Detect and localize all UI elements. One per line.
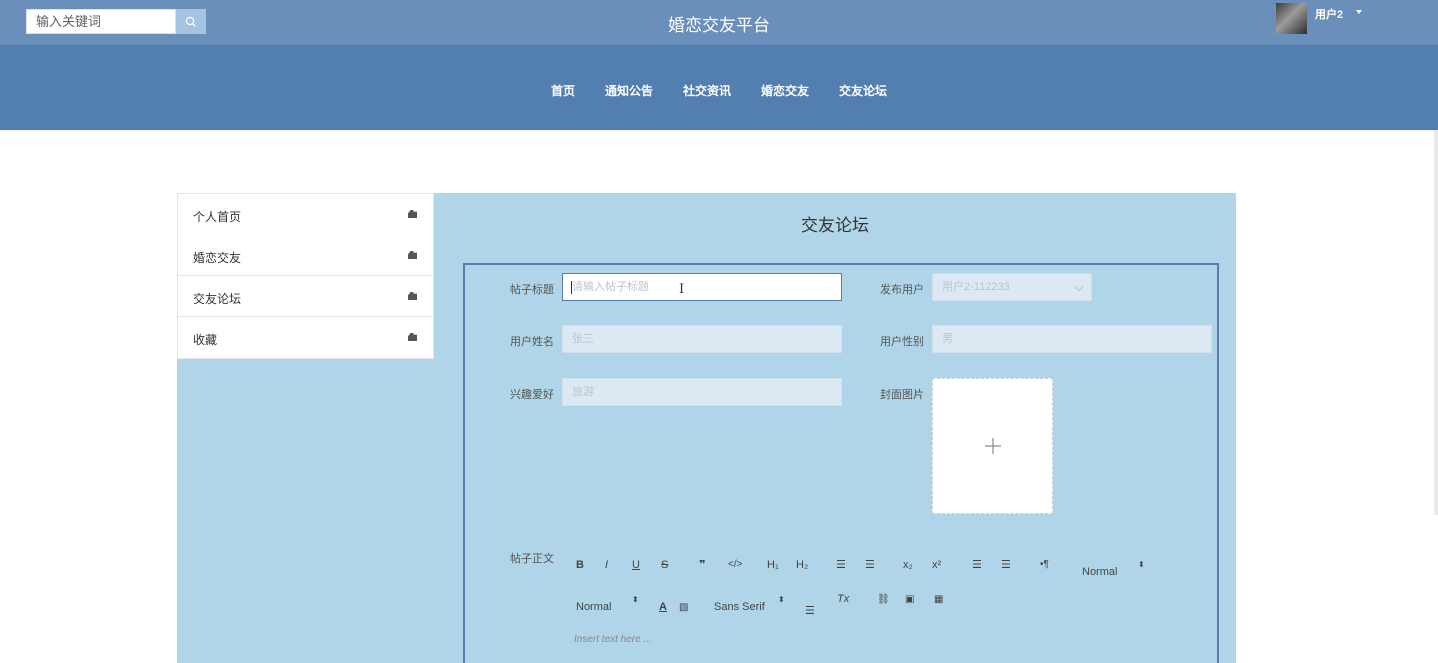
main-nav: 首页 通知公告 社交资讯 婚恋交友 交友论坛 [0,45,1438,130]
hobby-field[interactable]: 旅游 [562,378,842,406]
align-icon[interactable]: ☰ [805,604,815,617]
underline-icon[interactable]: U [632,559,640,571]
sidebar-item-favorites[interactable]: 收藏 [178,317,433,358]
plus-icon [984,438,1001,454]
select-arrows-icon: ⬍ [1138,560,1145,569]
text-caret [571,281,572,294]
avatar[interactable] [1276,3,1307,34]
superscript-icon[interactable]: x² [932,559,941,571]
nav-item-home[interactable]: 首页 [536,82,590,99]
sidebar-menu: 个人首页 婚恋交友 交友论坛 收藏 [177,193,434,359]
sidebar-item-label: 婚恋交友 [193,251,242,265]
main-panel: 交友论坛 帖子标题 请输入帖子标题 I 发布用户 用户2-112233 用户姓名… [434,193,1236,663]
sidebar-item-label: 个人首页 [193,210,242,224]
select-arrows-icon: ⬍ [632,595,639,604]
post-title-placeholder: 请输入帖子标题 [572,281,649,293]
code-block-icon[interactable]: </> [728,559,742,570]
font-select[interactable]: Sans Serif [714,601,765,613]
indent-icon[interactable]: ☰ [1001,558,1011,571]
header-select[interactable]: Normal [1082,566,1117,578]
home-icon [408,251,417,259]
post-form: 帖子标题 请输入帖子标题 I 发布用户 用户2-112233 用户姓名 张三 用… [463,263,1219,663]
home-icon [408,333,417,341]
image-icon[interactable]: ▣ [905,594,914,605]
user-name[interactable]: 用户2 [1315,6,1343,22]
sidebar-item-dating[interactable]: 婚恋交友 [178,235,433,276]
post-title-input[interactable]: 请输入帖子标题 I [562,273,842,301]
scrollbar[interactable] [1434,130,1438,515]
size-select[interactable]: Normal [576,601,611,613]
sidebar-item-label: 收藏 [193,333,218,347]
background-color-icon[interactable]: ▧ [679,602,688,613]
hobby-label: 兴趣爱好 [510,389,554,401]
user-gender-label: 用户性别 [880,336,924,348]
user-name-label: 用户姓名 [510,336,554,348]
italic-icon[interactable]: I [605,559,608,571]
hobby-value: 旅游 [572,386,594,398]
strike-icon[interactable]: S [661,559,668,571]
editor-placeholder[interactable]: Insert text here ... [574,634,652,645]
home-icon [408,292,417,300]
ibeam-cursor-icon: I [679,282,685,297]
publish-user-select[interactable]: 用户2-112233 [932,273,1092,301]
post-body-label: 帖子正文 [510,553,554,565]
sidebar-item-forum[interactable]: 交友论坛 [178,276,433,317]
page-title: 交友论坛 [801,216,869,235]
text-color-icon[interactable]: A [659,601,667,613]
user-gender-field[interactable]: 男 [932,325,1212,353]
nav-list: 首页 通知公告 社交资讯 婚恋交友 交友论坛 [0,82,1438,99]
header-1-icon[interactable]: H₁ [767,559,779,571]
nav-item-forum[interactable]: 交友论坛 [824,82,902,99]
publish-user-value: 用户2-112233 [942,281,1010,293]
user-name-value: 张三 [572,333,594,345]
home-icon [408,210,417,218]
chevron-down-icon [1074,282,1084,292]
site-title: 婚恋交友平台 [668,16,770,35]
sidebar-item-profile[interactable]: 个人首页 [178,194,433,235]
nav-item-social-news[interactable]: 社交资讯 [668,82,746,99]
blockquote-icon[interactable]: ❞ [699,558,705,571]
ordered-list-icon[interactable]: ☰ [836,558,846,571]
text-direction-icon[interactable]: •¶ [1040,559,1049,570]
post-title-label: 帖子标题 [510,284,554,296]
header-2-icon[interactable]: H₂ [796,559,808,571]
video-icon[interactable]: ▦ [934,594,943,605]
cover-image-label: 封面图片 [880,389,924,401]
select-arrows-icon: ⬍ [778,595,785,604]
sidebar-item-label: 交友论坛 [193,292,242,306]
top-bar: 输入关键词 婚恋交友平台 用户2 [0,0,1438,45]
link-icon[interactable]: ⛓ [877,594,890,605]
clear-format-icon[interactable]: Tx [837,593,849,605]
user-name-field[interactable]: 张三 [562,325,842,353]
nav-item-dating[interactable]: 婚恋交友 [746,82,824,99]
outdent-icon[interactable]: ☰ [972,558,982,571]
user-gender-value: 男 [942,333,953,345]
sidebar: 个人首页 婚恋交友 交友论坛 收藏 [177,193,434,663]
bullet-list-icon[interactable]: ☰ [865,558,875,571]
nav-item-notices[interactable]: 通知公告 [590,82,668,99]
caret-down-icon[interactable] [1356,10,1362,14]
cover-image-upload[interactable] [932,378,1053,514]
bold-icon[interactable]: B [576,559,584,571]
subscript-icon[interactable]: x₂ [903,559,913,571]
publish-user-label: 发布用户 [880,284,924,296]
